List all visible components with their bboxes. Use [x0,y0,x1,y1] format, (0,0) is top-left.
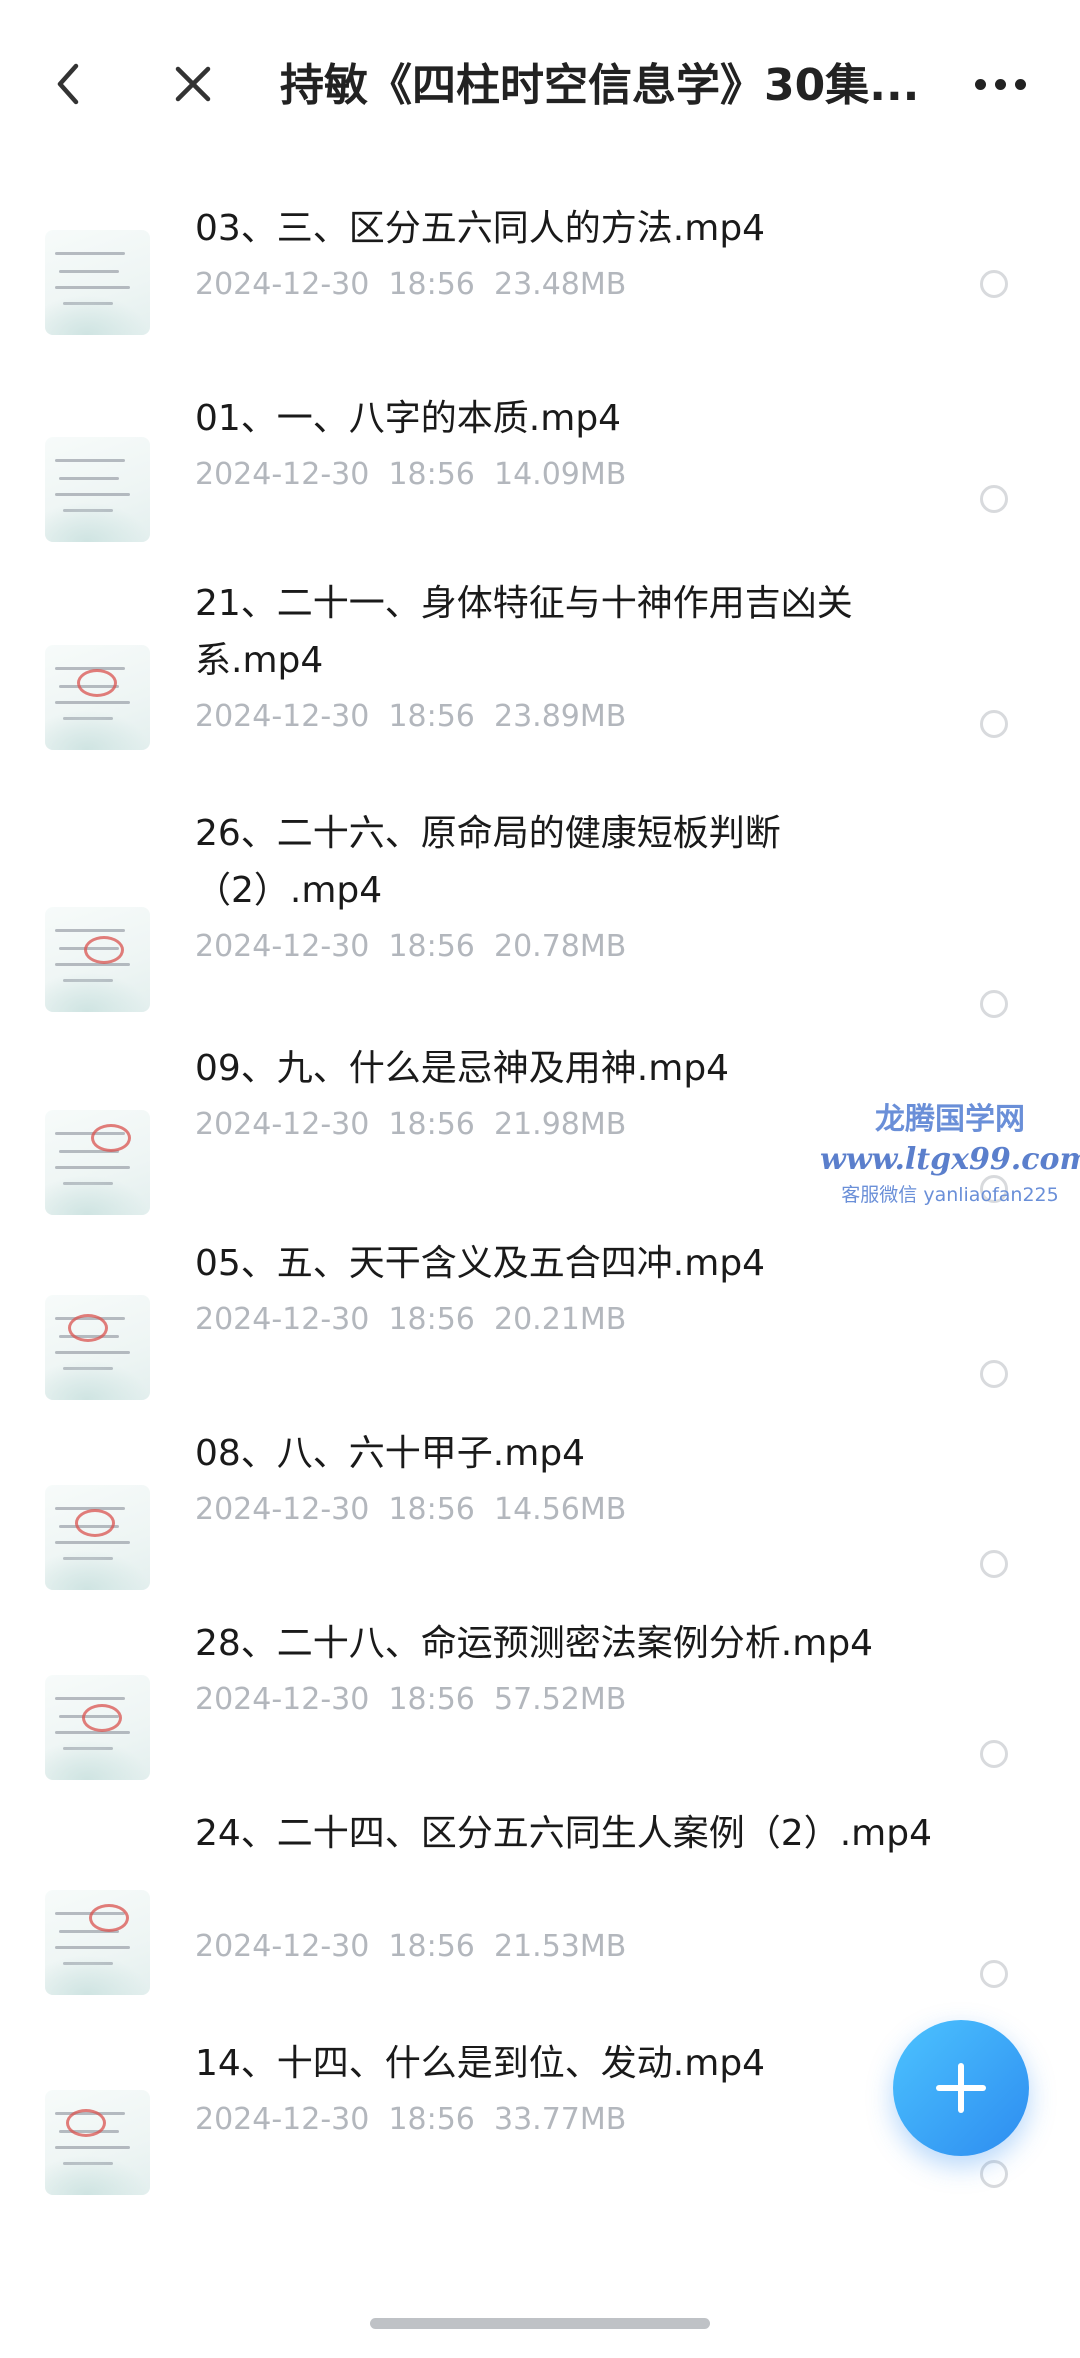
file-date: 2024-12-30 [195,457,370,492]
file-row[interactable]: 26、二十六、原命局的健康短板判断（2）.mp4 2024-12-30 18:56… [0,805,1080,1018]
select-radio[interactable] [980,1740,1008,1768]
file-date: 2024-12-30 [195,1492,370,1527]
file-row[interactable]: 21、二十一、身体特征与十神作用吉凶关系.mp4 2024-12-30 18:56… [0,575,1080,750]
file-date: 2024-12-30 [195,267,370,302]
select-radio[interactable] [980,1550,1008,1578]
more-horizontal-icon [974,78,986,90]
select-radio[interactable] [980,270,1008,298]
video-thumbnail [45,1295,150,1400]
top-bar: 持敏《四柱时空信息学》30集... [0,0,1080,175]
file-time: 18:56 [388,457,475,492]
file-time: 18:56 [388,1682,475,1717]
back-button[interactable] [40,52,96,116]
file-meta: 2024-12-30 18:56 20.21MB [195,1300,626,1340]
video-thumbnail [45,2090,150,2195]
file-meta: 2024-12-30 18:56 57.52MB [195,1680,626,1720]
close-icon [175,66,211,102]
plus-icon [936,2063,986,2113]
file-name: 09、九、什么是忌神及用神.mp4 [195,1048,730,1089]
page-title: 持敏《四柱时空信息学》30集... [280,60,920,111]
file-row[interactable]: 28、二十八、命运预测密法案例分析.mp4 2024-12-30 18:56 57… [0,1615,1080,1780]
file-size: 20.21MB [493,1302,627,1337]
select-radio[interactable] [980,1960,1008,1988]
file-date: 2024-12-30 [195,2102,370,2137]
file-time: 18:56 [388,1929,475,1964]
file-time: 18:56 [388,1492,475,1527]
file-size: 21.53MB [493,1929,627,1964]
video-thumbnail [45,1890,150,1995]
video-thumbnail [45,437,150,542]
file-size: 23.48MB [493,267,627,302]
file-meta: 2024-12-30 18:56 23.89MB [195,697,626,737]
file-time: 18:56 [388,929,475,964]
video-thumbnail [45,1485,150,1590]
file-date: 2024-12-30 [195,1302,370,1337]
select-radio[interactable] [980,2160,1008,2188]
file-size: 57.52MB [493,1682,627,1717]
file-time: 18:56 [388,267,475,302]
file-name: 01、一、八字的本质.mp4 [195,398,622,439]
file-time: 18:56 [388,699,475,734]
file-size: 33.77MB [493,2102,627,2137]
file-size: 21.98MB [493,1107,627,1142]
file-date: 2024-12-30 [195,1682,370,1717]
file-name: 05、五、天干含义及五合四冲.mp4 [195,1243,766,1284]
file-date: 2024-12-30 [195,929,370,964]
file-meta: 2024-12-30 18:56 14.09MB [195,455,626,495]
file-name: 14、十四、什么是到位、发动.mp4 [195,2043,766,2084]
file-time: 18:56 [388,2102,475,2137]
more-button[interactable] [965,56,1035,112]
file-date: 2024-12-30 [195,1107,370,1142]
file-name: 03、三、区分五六同人的方法.mp4 [195,208,766,249]
file-row[interactable]: 24、二十四、区分五六同生人案例（2）.mp4 2024-12-30 18:56 … [0,1805,1080,1995]
file-size: 23.89MB [493,699,627,734]
video-thumbnail [45,907,150,1012]
file-meta: 2024-12-30 18:56 21.98MB [195,1105,626,1145]
file-meta: 2024-12-30 18:56 21.53MB [195,1927,626,1967]
file-meta: 2024-12-30 18:56 33.77MB [195,2100,626,2140]
file-name: 21、二十一、身体特征与十神作用吉凶关系.mp4 [195,583,853,681]
file-date: 2024-12-30 [195,699,370,734]
watermark-contact: 客服微信 yanliaofan225 [841,1184,1059,1206]
watermark: 龙腾国学网 www.ltgx99.com 客服微信 yanliaofan225 [820,1100,1080,1210]
file-row[interactable]: 08、八、六十甲子.mp4 2024-12-30 18:56 14.56MB [0,1425,1080,1590]
file-row[interactable]: 05、五、天干含义及五合四冲.mp4 2024-12-30 18:56 20.21… [0,1235,1080,1400]
file-name: 26、二十六、原命局的健康短板判断（2）.mp4 [195,813,781,911]
video-thumbnail [45,645,150,750]
file-name: 24、二十四、区分五六同生人案例（2）.mp4 [195,1813,932,1854]
file-meta: 2024-12-30 18:56 14.56MB [195,1490,626,1530]
file-time: 18:56 [388,1302,475,1337]
file-date: 2024-12-30 [195,1929,370,1964]
add-button[interactable] [893,2020,1029,2156]
video-thumbnail [45,1110,150,1215]
file-size: 14.09MB [493,457,627,492]
watermark-title: 龙腾国学网 [875,1102,1025,1137]
close-button[interactable] [165,56,221,112]
select-radio[interactable] [980,1360,1008,1388]
file-size: 14.56MB [493,1492,627,1527]
select-radio[interactable] [980,990,1008,1018]
file-name: 08、八、六十甲子.mp4 [195,1433,586,1474]
file-time: 18:56 [388,1107,475,1142]
select-radio[interactable] [980,485,1008,513]
select-radio[interactable] [980,710,1008,738]
video-thumbnail [45,230,150,335]
file-meta: 2024-12-30 18:56 20.78MB [195,927,626,967]
file-name: 28、二十八、命运预测密法案例分析.mp4 [195,1623,874,1664]
file-row[interactable]: 03、三、区分五六同人的方法.mp4 2024-12-30 18:56 23.48… [0,200,1080,335]
file-meta: 2024-12-30 18:56 23.48MB [195,265,626,305]
home-indicator[interactable] [370,2318,710,2329]
chevron-left-icon [57,63,79,105]
video-thumbnail [45,1675,150,1780]
watermark-url: www.ltgx99.com [820,1142,1080,1177]
file-row[interactable]: 01、一、八字的本质.mp4 2024-12-30 18:56 14.09MB [0,390,1080,542]
file-size: 20.78MB [493,929,627,964]
